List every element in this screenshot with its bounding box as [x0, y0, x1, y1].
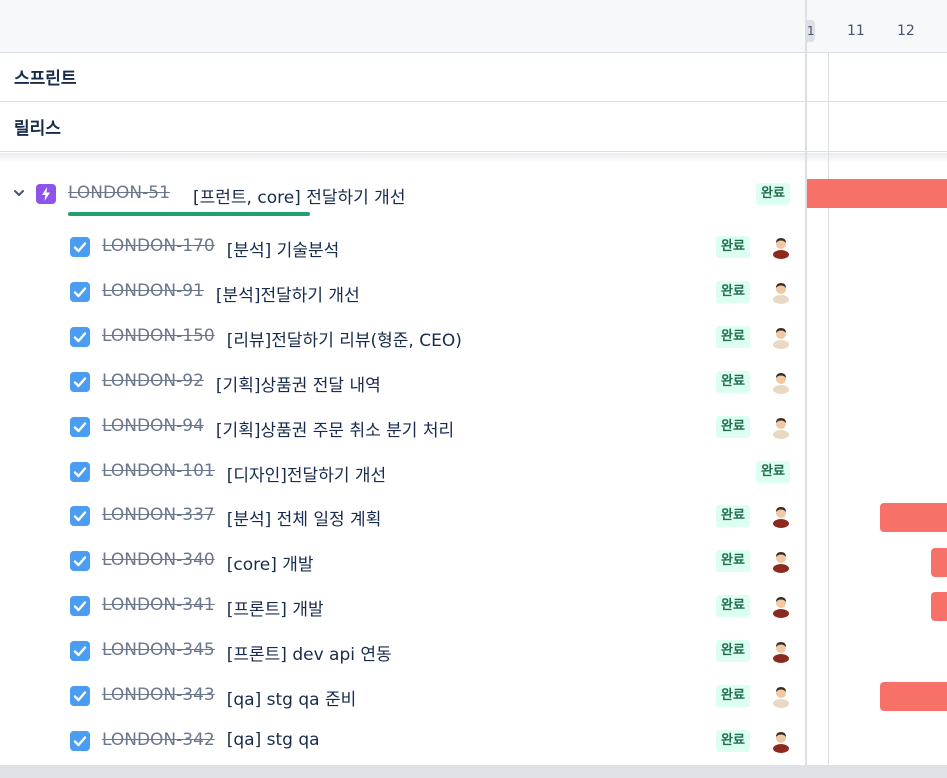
- task-checkbox-icon: [70, 281, 90, 302]
- issue-row[interactable]: LONDON-341 [프론트] 개발 완료: [0, 584, 806, 629]
- task-checkbox-icon: [70, 730, 90, 751]
- assignee-avatar-icon[interactable]: [770, 370, 792, 394]
- status-badge: 완료: [716, 236, 750, 258]
- issue-key[interactable]: LONDON-340: [102, 550, 215, 570]
- lightning-icon: [36, 184, 56, 204]
- timeline-bar-london-341[interactable]: [931, 592, 947, 621]
- sprint-row[interactable]: 스프린트: [0, 52, 806, 102]
- issue-key[interactable]: LONDON-150: [102, 326, 215, 346]
- issue-summary[interactable]: [프론트] 개발: [227, 595, 324, 620]
- issue-row[interactable]: LONDON-343 [qa] stg qa 준비 완료: [0, 674, 806, 719]
- status-badge: 완료: [716, 505, 750, 528]
- task-checkbox-icon: [70, 416, 90, 437]
- issue-row[interactable]: LONDON-345 [프론트] dev api 연동 완료: [0, 629, 806, 674]
- issue-summary[interactable]: [qa] stg qa 준비: [227, 685, 357, 710]
- status-badge: 완료: [716, 370, 750, 393]
- epic-progress-bar: [68, 212, 310, 216]
- issue-row[interactable]: LONDON-101 [디자인]전달하기 개선 완료: [0, 450, 806, 495]
- task-checkbox-icon: [70, 686, 90, 706]
- issue-key[interactable]: LONDON-170: [102, 236, 215, 256]
- task-checkbox-icon: [70, 506, 90, 527]
- timeline-bar-london-343[interactable]: [880, 682, 947, 711]
- status-badge: 완료: [756, 183, 790, 205]
- timeline-date-today: 10: [807, 20, 815, 42]
- issue-summary[interactable]: [디자인]전달하기 개선: [227, 461, 386, 486]
- status-badge: 완료: [716, 550, 750, 573]
- chevron-down-icon[interactable]: [12, 186, 26, 200]
- section-shadow: [0, 153, 806, 163]
- task-checkbox-icon: [70, 641, 90, 662]
- assignee-avatar-icon[interactable]: [770, 639, 792, 664]
- assignee-avatar-icon[interactable]: [770, 325, 792, 349]
- task-checkbox-icon: [70, 371, 90, 392]
- today-line: [828, 52, 829, 765]
- issue-row[interactable]: LONDON-150 [리뷰]전달하기 리뷰(형준, CEO) 완료: [0, 315, 806, 360]
- issue-summary[interactable]: [분석] 기술분석: [227, 236, 340, 261]
- task-checkbox-icon: [70, 326, 90, 347]
- assignee-avatar-icon[interactable]: [770, 594, 792, 619]
- assignee-avatar-icon[interactable]: [770, 415, 792, 439]
- issue-summary[interactable]: [qa] stg qa: [227, 730, 320, 750]
- issue-key[interactable]: LONDON-94: [102, 416, 204, 436]
- status-badge: 완료: [716, 685, 750, 707]
- epic-timeline-bar[interactable]: [807, 179, 947, 208]
- epic-row[interactable]: LONDON-51 [프런트, core] 전달하기 개선 완료: [0, 172, 806, 217]
- timeline-bar-london-340[interactable]: [931, 548, 947, 577]
- horizontal-scrollbar[interactable]: [0, 765, 947, 778]
- issue-key[interactable]: LONDON-342: [102, 730, 215, 750]
- epic-key[interactable]: LONDON-51: [68, 183, 170, 203]
- timeline-date: 11: [847, 23, 865, 39]
- issue-key[interactable]: LONDON-101: [102, 461, 215, 481]
- timeline-bar-london-337[interactable]: [880, 503, 947, 532]
- issue-key[interactable]: LONDON-343: [102, 685, 215, 705]
- issue-key[interactable]: LONDON-337: [102, 505, 215, 525]
- assignee-avatar-icon[interactable]: [770, 549, 792, 574]
- task-checkbox-icon: [70, 461, 90, 482]
- assignee-avatar-icon[interactable]: [770, 504, 792, 529]
- issue-row[interactable]: LONDON-170 [분석] 기술분석 완료: [0, 225, 806, 270]
- issue-row[interactable]: LONDON-340 [core] 개발 완료: [0, 539, 806, 584]
- issue-summary[interactable]: [기획]상품권 전달 내역: [216, 371, 381, 396]
- status-badge: 완료: [716, 729, 750, 752]
- issue-row[interactable]: LONDON-92 [기획]상품권 전달 내역 완료: [0, 360, 806, 405]
- issue-row[interactable]: LONDON-94 [기획]상품권 주문 취소 분기 처리 완료: [0, 405, 806, 450]
- assignee-avatar-icon[interactable]: [770, 729, 792, 753]
- issue-list-pane: 스프린트 릴리스 LONDON-51 [프런트, core] 전달하기 개선 완…: [0, 0, 806, 778]
- assignee-avatar-icon[interactable]: [770, 235, 792, 259]
- issue-summary[interactable]: [분석] 전체 일정 계획: [227, 505, 382, 530]
- task-checkbox-icon: [70, 551, 90, 572]
- issue-row[interactable]: LONDON-342 [qa] stg qa 완료: [0, 719, 806, 764]
- issue-summary[interactable]: [분석]전달하기 개선: [216, 281, 360, 306]
- assignee-avatar-icon[interactable]: [770, 280, 792, 304]
- status-badge: 완료: [756, 460, 790, 483]
- assignee-avatar-icon[interactable]: [770, 684, 792, 708]
- status-badge: 완료: [716, 595, 750, 618]
- issue-key[interactable]: LONDON-345: [102, 640, 215, 660]
- issue-key[interactable]: LONDON-341: [102, 595, 215, 615]
- issue-key[interactable]: LONDON-91: [102, 281, 204, 301]
- issue-summary[interactable]: [프론트] dev api 연동: [227, 640, 392, 665]
- sprint-label: 스프린트: [14, 69, 77, 89]
- timeline-pane: 10 11 12: [807, 0, 947, 778]
- release-label: 릴리스: [14, 119, 61, 139]
- issue-summary[interactable]: [리뷰]전달하기 리뷰(형준, CEO): [227, 326, 462, 351]
- status-badge: 완료: [716, 280, 750, 303]
- status-badge: 완료: [716, 325, 750, 348]
- timeline-header: 10 11 12: [807, 0, 947, 53]
- issue-row[interactable]: LONDON-91 [분석]전달하기 개선 완료: [0, 270, 806, 315]
- issue-key[interactable]: LONDON-92: [102, 371, 204, 391]
- release-row[interactable]: 릴리스: [0, 102, 806, 152]
- status-badge: 완료: [716, 640, 750, 663]
- epic-summary[interactable]: [프런트, core] 전달하기 개선: [193, 183, 405, 208]
- list-header: [0, 0, 806, 53]
- issue-summary[interactable]: [core] 개발: [227, 550, 314, 575]
- timeline-date: 12: [897, 23, 915, 39]
- task-checkbox-icon: [70, 237, 90, 257]
- task-checkbox-icon: [70, 596, 90, 617]
- issue-summary[interactable]: [기획]상품권 주문 취소 분기 처리: [216, 416, 454, 441]
- status-badge: 완료: [716, 415, 750, 438]
- issue-row[interactable]: LONDON-337 [분석] 전체 일정 계획 완료: [0, 494, 806, 539]
